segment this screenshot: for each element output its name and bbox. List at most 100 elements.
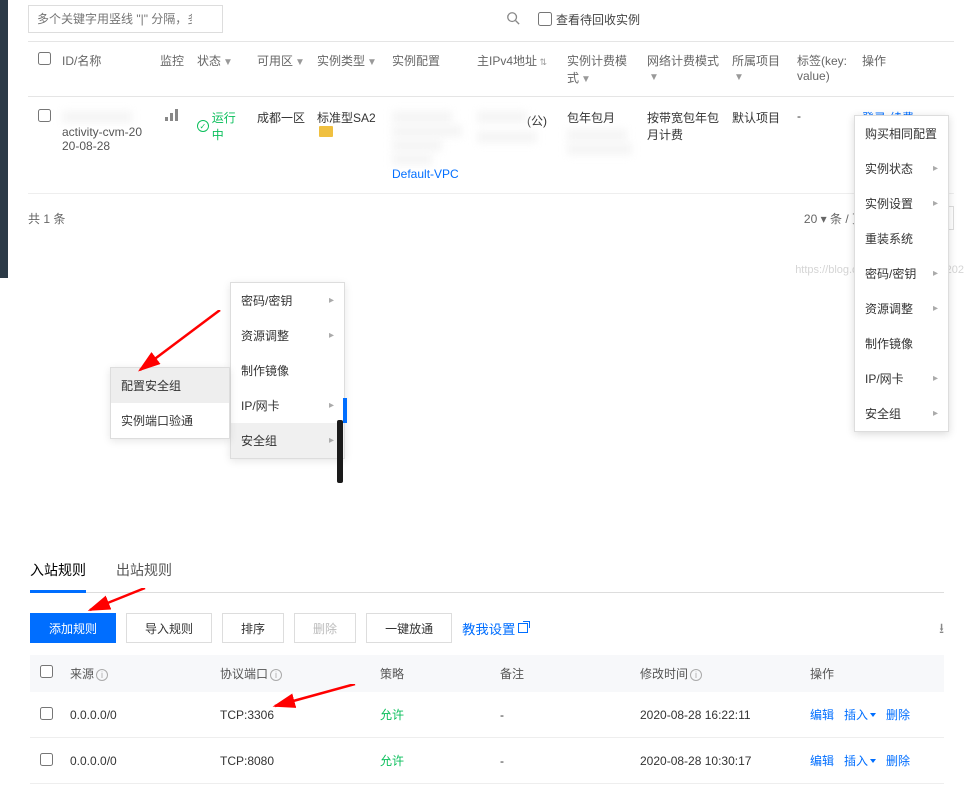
col-type[interactable]: 实例类型▼	[312, 52, 387, 86]
col-ops: 操作	[805, 665, 939, 682]
submenu-left: 配置安全组 实例端口验通	[110, 367, 230, 439]
col-status[interactable]: 状态▼	[192, 52, 252, 86]
col-proj[interactable]: 所属项目▼	[727, 52, 792, 86]
submenu-item-config-sg[interactable]: 配置安全组	[111, 368, 229, 403]
dropdown-item-resource[interactable]: 资源调整▸	[855, 291, 948, 326]
tag-value: -	[792, 109, 857, 123]
insert-link[interactable]: 插入	[844, 706, 876, 723]
filter-icon[interactable]: ▼	[734, 72, 744, 83]
type-badge-icon	[319, 126, 333, 137]
download-icon[interactable]: ⭳	[939, 618, 944, 642]
status-dot-icon: ✓	[197, 120, 209, 132]
monitor-icon[interactable]	[164, 110, 180, 124]
delete-button[interactable]: 删除	[294, 613, 356, 643]
more-dropdown: 购买相同配置 实例状态▸ 实例设置▸ 重装系统 密码/密钥▸ 资源调整▸ 制作镜…	[854, 115, 949, 432]
rule-checkbox[interactable]	[40, 707, 53, 720]
col-time: 修改时间i	[635, 665, 805, 682]
tutorial-link[interactable]: 教我设置	[462, 619, 528, 638]
instance-name[interactable]: activity-cvm-2020-08-28	[62, 125, 147, 153]
chevron-right-icon: ▸	[329, 400, 334, 411]
tab-inbound[interactable]: 入站规则	[30, 550, 86, 593]
submenu-item-resource[interactable]: 资源调整▸	[231, 318, 344, 353]
insert-link[interactable]: 插入	[844, 752, 876, 769]
info-icon[interactable]: i	[690, 669, 702, 681]
chevron-right-icon: ▸	[933, 408, 938, 419]
rule-source: 0.0.0.0/0	[65, 708, 215, 722]
rule-port: TCP:3306	[215, 708, 375, 722]
dropdown-item-buy-same[interactable]: 购买相同配置	[855, 116, 948, 151]
recycle-checkbox[interactable]: 查看待回收实例	[538, 11, 640, 28]
col-source: 来源i	[65, 665, 215, 682]
filter-icon[interactable]: ▼	[295, 57, 305, 68]
select-all-rules-checkbox[interactable]	[40, 665, 53, 678]
dropdown-item-reinstall[interactable]: 重装系统	[855, 221, 948, 256]
col-port: 协议端口i	[215, 665, 375, 682]
status-running: ✓ 运行中	[197, 109, 247, 143]
chevron-right-icon: ▸	[933, 163, 938, 174]
instance-table: ID/名称 监控 状态▼ 可用区▼ 实例类型▼ 实例配置 主IPv4地址 ⇅ 实…	[28, 41, 954, 194]
search-input[interactable]	[28, 5, 223, 33]
dropdown-item-settings[interactable]: 实例设置▸	[855, 186, 948, 221]
external-link-icon	[518, 623, 528, 633]
caret-down-icon	[870, 713, 876, 717]
chevron-right-icon: ▸	[933, 303, 938, 314]
info-icon[interactable]: i	[270, 669, 282, 681]
submenu-item-image[interactable]: 制作镜像	[231, 353, 344, 388]
col-az[interactable]: 可用区▼	[252, 52, 312, 86]
filter-icon[interactable]: ▼	[581, 74, 591, 85]
rule-time: 2020-08-28 16:22:11	[635, 708, 805, 722]
search-icon[interactable]	[506, 11, 520, 28]
vpc-link[interactable]: Default-VPC	[392, 167, 467, 181]
col-id: ID/名称	[57, 52, 152, 86]
col-conf: 实例配置	[387, 52, 472, 86]
dropdown-item-security-group[interactable]: 安全组▸	[855, 396, 948, 431]
select-all-checkbox[interactable]	[38, 52, 51, 65]
table-row: activity-cvm-2020-08-28 ✓ 运行中 成都一区 标准型SA…	[28, 97, 954, 194]
type-value: 标准型SA2	[312, 109, 387, 140]
sort-button[interactable]: 排序	[222, 613, 284, 643]
dark-scrollbar[interactable]	[337, 420, 343, 483]
submenu-item-security-group[interactable]: 安全组▸	[231, 423, 344, 458]
add-rule-button[interactable]: 添加规则	[30, 613, 116, 643]
edit-link[interactable]: 编辑	[810, 706, 834, 723]
tab-outbound[interactable]: 出站规则	[116, 550, 172, 592]
col-net[interactable]: 网络计费模式▼	[642, 52, 727, 86]
col-ip[interactable]: 主IPv4地址 ⇅	[472, 52, 562, 86]
submenu-item-port-check[interactable]: 实例端口验通	[111, 403, 229, 438]
edit-link[interactable]: 编辑	[810, 752, 834, 769]
dropdown-item-ip[interactable]: IP/网卡▸	[855, 361, 948, 396]
open-all-button[interactable]: 一键放通	[366, 613, 452, 643]
submenu-item-ip[interactable]: IP/网卡▸	[231, 388, 344, 423]
security-rules-panel: 入站规则 出站规则 添加规则 导入规则 排序 删除 一键放通 教我设置 ⭳ 来源…	[0, 530, 974, 804]
dropdown-item-status[interactable]: 实例状态▸	[855, 151, 948, 186]
row-checkbox[interactable]	[38, 109, 51, 122]
chevron-right-icon: ▸	[329, 295, 334, 306]
bill-value: 包年包月	[562, 109, 642, 157]
rule-row: 0.0.0.0/0 TCP:8080 允许 - 2020-08-28 10:30…	[30, 738, 944, 784]
ip-value: (公)	[472, 109, 562, 145]
filter-icon[interactable]: ▼	[649, 72, 659, 83]
info-icon[interactable]: i	[96, 669, 108, 681]
chevron-right-icon: ▸	[329, 435, 334, 446]
submenu-right: 密码/密钥▸ 资源调整▸ 制作镜像 IP/网卡▸ 安全组▸	[230, 282, 345, 459]
delete-link[interactable]: 删除	[886, 752, 910, 769]
chevron-right-icon: ▸	[933, 198, 938, 209]
rule-checkbox[interactable]	[40, 753, 53, 766]
delete-link[interactable]: 删除	[886, 706, 910, 723]
dropdown-item-password[interactable]: 密码/密钥▸	[855, 256, 948, 291]
table-footer: 共 1 条 20 ▾ 条 / 页 ⇤ ‹	[8, 194, 974, 238]
col-bill[interactable]: 实例计费模式▼	[562, 52, 642, 86]
filter-icon[interactable]: ▼	[223, 57, 233, 68]
chevron-right-icon: ▸	[933, 373, 938, 384]
import-rule-button[interactable]: 导入规则	[126, 613, 212, 643]
sort-icon[interactable]: ⇅	[537, 57, 547, 67]
rules-table-header: 来源i 协议端口i 策略 备注 修改时间i 操作	[30, 655, 944, 692]
rule-note: -	[495, 754, 635, 768]
submenu-item-password[interactable]: 密码/密钥▸	[231, 283, 344, 318]
rule-source: 0.0.0.0/0	[65, 754, 215, 768]
submenu-panel: 密码/密钥▸ 资源调整▸ 制作镜像 IP/网卡▸ 安全组▸ 配置安全组 实例端口…	[0, 280, 974, 500]
caret-down-icon	[870, 759, 876, 763]
rule-policy: 允许	[375, 752, 495, 769]
dropdown-item-image[interactable]: 制作镜像	[855, 326, 948, 361]
filter-icon[interactable]: ▼	[367, 57, 377, 68]
